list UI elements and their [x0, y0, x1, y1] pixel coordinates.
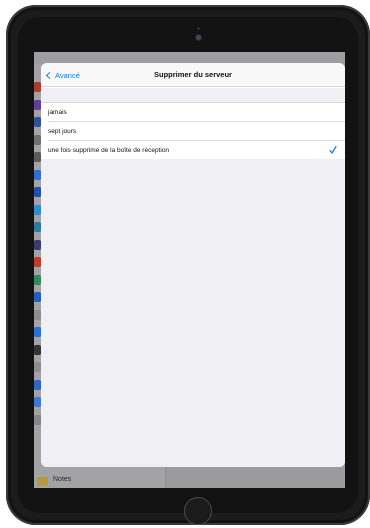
option-row-seven-days[interactable]: sept jours: [41, 122, 345, 141]
app-icon: [34, 99, 41, 110]
option-label: jamais: [48, 109, 67, 116]
empty-grouped-background: [41, 159, 345, 467]
app-icon: [34, 239, 41, 250]
app-icon: [34, 187, 41, 197]
modal-sheet: Avancé Supprimer du serveur jamais sept …: [41, 63, 345, 467]
app-icon: [34, 379, 41, 390]
home-button[interactable]: [184, 497, 212, 525]
app-icon: [34, 82, 41, 92]
notes-label: Notes: [53, 476, 72, 483]
options-list: jamais sept jours une fois supprimé de l…: [41, 102, 345, 160]
notes-icon: [37, 477, 48, 486]
option-row-never[interactable]: jamais: [41, 103, 345, 122]
sensor-icon: [197, 27, 200, 30]
app-icon: [34, 344, 41, 355]
option-row-when-removed-from-inbox[interactable]: une fois supprimé de la boîte de récepti…: [41, 141, 345, 160]
app-icon: [34, 327, 41, 337]
app-icon: [34, 134, 41, 145]
app-icon: [34, 397, 41, 407]
navigation-bar: Avancé Supprimer du serveur: [41, 63, 345, 87]
app-icon: [34, 222, 41, 232]
option-label: une fois supprimé de la boîte de récepti…: [48, 147, 170, 154]
app-icon: [34, 152, 41, 162]
option-label: sept jours: [48, 128, 77, 135]
app-icon: [34, 169, 41, 180]
app-icon: [34, 414, 41, 425]
app-icon: [34, 362, 41, 372]
app-icon: [34, 257, 41, 267]
background-notes-item: Notes: [34, 474, 165, 488]
screen: Notes Avancé Supprimer du serveur jamais…: [34, 52, 345, 488]
app-icon: [34, 274, 41, 285]
page-title: Supprimer du serveur: [154, 70, 232, 79]
app-icon: [34, 204, 41, 215]
section-spacer: [41, 88, 345, 102]
checkmark-icon: [329, 145, 337, 154]
app-icon: [34, 292, 41, 302]
app-icon: [34, 309, 41, 320]
camera-icon: [196, 35, 201, 40]
app-icon: [34, 117, 41, 127]
